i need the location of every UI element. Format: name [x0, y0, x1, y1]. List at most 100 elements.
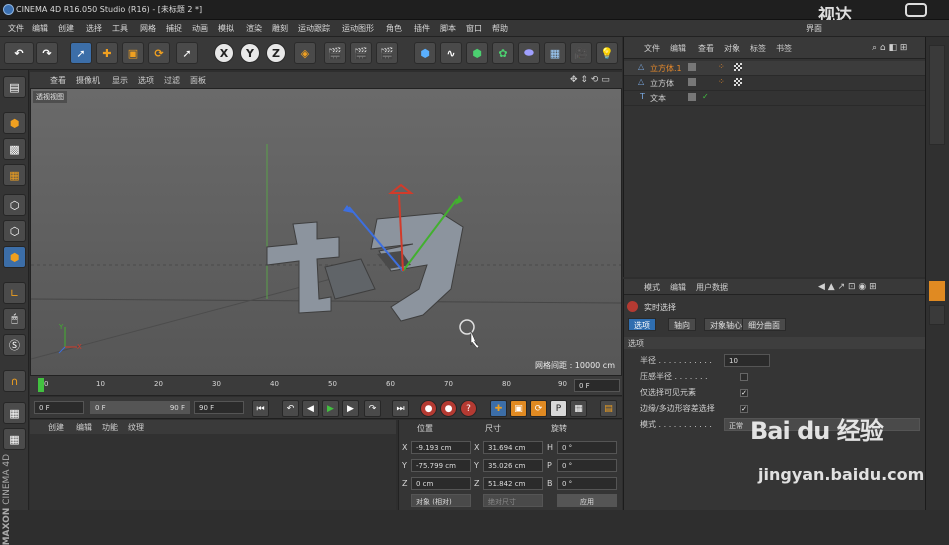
menu-create[interactable]: 创建 — [58, 23, 74, 34]
position-z-field[interactable]: 0 cm — [411, 477, 471, 490]
tolerant-select-checkbox[interactable]: ✓ — [740, 405, 748, 413]
render-settings-icon[interactable]: 🎬 — [376, 42, 398, 64]
layout-label[interactable]: 界面 — [806, 23, 822, 34]
key-position-icon[interactable]: ✚ — [490, 400, 507, 417]
viewport-menu-cameras[interactable]: 摄像机 — [76, 75, 100, 86]
size-z-field[interactable]: 51.842 cm — [483, 477, 543, 490]
menu-snap[interactable]: 捕捉 — [166, 23, 182, 34]
size-x-field[interactable]: 31.694 cm — [483, 441, 543, 454]
z-axis-button[interactable]: Z — [266, 43, 286, 63]
menu-window[interactable]: 窗口 — [466, 23, 482, 34]
spline-pen-icon[interactable]: ∿ — [440, 42, 462, 64]
next-frame-icon[interactable]: ▶ — [342, 400, 359, 417]
record-keys-icon[interactable]: ● — [420, 400, 437, 417]
visible-only-checkbox[interactable]: ✓ — [740, 389, 748, 397]
perspective-viewport[interactable]: Y X 透视视图 网格间距 : 10000 cm — [30, 88, 622, 376]
visibility-toggle-icon[interactable] — [688, 63, 696, 71]
am-nav-icons[interactable]: ◀ ▲ ↗ ⊡ ◉ ⊞ — [818, 282, 877, 292]
rotation-h-field[interactable]: 0 ° — [557, 441, 617, 454]
am-menu-edit[interactable]: 编辑 — [670, 282, 686, 293]
menu-tools[interactable]: 工具 — [112, 23, 128, 34]
key-scale-icon[interactable]: ▣ — [510, 400, 527, 417]
tab-axis[interactable]: 轴向 — [668, 318, 696, 331]
material-menu-edit[interactable]: 编辑 — [76, 422, 92, 433]
magnet-icon[interactable]: ∩ — [3, 370, 26, 392]
key-pla-icon[interactable]: ▦ — [570, 400, 587, 417]
om-menu-edit[interactable]: 编辑 — [670, 43, 686, 54]
am-menu-mode[interactable]: 模式 — [644, 282, 660, 293]
menu-animate[interactable]: 动画 — [192, 23, 208, 34]
select-arrow-icon[interactable]: ➚ — [70, 42, 92, 64]
menu-help[interactable]: 帮助 — [492, 23, 508, 34]
object-row[interactable]: △ 立方体 ⁘ — [624, 76, 926, 91]
pressure-radius-checkbox[interactable] — [740, 373, 748, 381]
size-mode-select[interactable]: 绝对尺寸 — [483, 494, 543, 507]
visibility-toggle-icon[interactable] — [688, 93, 696, 101]
make-editable-icon[interactable]: ▤ — [3, 76, 26, 98]
camera-icon[interactable]: 🎥 — [570, 42, 592, 64]
om-menu-bookmarks[interactable]: 书签 — [776, 43, 792, 54]
menu-file[interactable]: 文件 — [8, 23, 24, 34]
om-search-icon[interactable]: ⌕ ⌂ ◧ ⊞ — [872, 43, 907, 53]
object-row[interactable]: △ 立方体.1 ⁘ — [624, 61, 926, 76]
phong-tag-icon[interactable]: ⁘ — [718, 77, 725, 86]
rotation-p-field[interactable]: 0 ° — [557, 459, 617, 472]
side-tab-objects[interactable] — [929, 45, 945, 145]
side-tab-layers[interactable] — [929, 305, 945, 325]
polygons-mode-icon[interactable]: ⬢ — [3, 246, 26, 268]
workplane-mode-icon[interactable]: ▦ — [3, 164, 26, 186]
menu-mesh[interactable]: 网格 — [140, 23, 156, 34]
play-icon[interactable]: ▶ — [322, 400, 339, 417]
side-tab-attributes[interactable] — [929, 281, 945, 301]
object-row[interactable]: T 文本 ✓ — [624, 91, 926, 106]
render-view-icon[interactable]: 🎬 — [324, 42, 346, 64]
rotation-b-field[interactable]: 0 ° — [557, 477, 617, 490]
tab-subdivision[interactable]: 细分曲面 — [742, 318, 786, 331]
timeline-window-icon[interactable]: ▤ — [600, 400, 617, 417]
position-x-field[interactable]: -9.193 cm — [411, 441, 471, 454]
menu-simulate[interactable]: 模拟 — [218, 23, 234, 34]
keyframe-selection-icon[interactable]: ? — [460, 400, 477, 417]
radius-field[interactable]: 10 — [724, 354, 770, 367]
key-parameter-icon[interactable]: P — [550, 400, 567, 417]
material-menu-texture[interactable]: 纹理 — [128, 422, 144, 433]
visibility-toggle-icon[interactable] — [688, 78, 696, 86]
material-tag-icon[interactable] — [734, 63, 742, 71]
render-picture-viewer-icon[interactable]: 🎬 — [350, 42, 372, 64]
x-axis-button[interactable]: X — [214, 43, 234, 63]
menu-mograph[interactable]: 运动图形 — [342, 23, 374, 34]
go-to-start-icon[interactable]: ⏮ — [252, 400, 269, 417]
material-menu-function[interactable]: 功能 — [102, 422, 118, 433]
viewport-menu-panel[interactable]: 面板 — [190, 75, 206, 86]
cloner-icon[interactable]: ✿ — [492, 42, 514, 64]
rotate-icon[interactable]: ⟳ — [148, 42, 170, 64]
end-frame-field[interactable]: 90 F — [194, 401, 244, 414]
move-icon[interactable]: ✚ — [96, 42, 118, 64]
live-select-icon[interactable]: ➚ — [176, 42, 198, 64]
menu-plugins[interactable]: 插件 — [414, 23, 430, 34]
apply-button[interactable]: 应用 — [557, 494, 617, 507]
points-mode-icon[interactable]: ⬡ — [3, 194, 26, 216]
coordinate-system-icon[interactable]: ◈ — [294, 42, 316, 64]
phong-tag-icon[interactable]: ⁘ — [718, 62, 725, 71]
go-to-end-icon[interactable]: ⏭ — [392, 400, 409, 417]
light-icon[interactable]: 💡 — [596, 42, 618, 64]
menu-edit[interactable]: 编辑 — [32, 23, 48, 34]
undo-icon[interactable]: ↶ — [4, 42, 34, 64]
edges-mode-icon[interactable]: ⬡ — [3, 220, 26, 242]
coord-mode-select[interactable]: 对象 (相对) — [411, 494, 471, 507]
enabled-check-icon[interactable]: ✓ — [702, 92, 709, 101]
om-menu-file[interactable]: 文件 — [644, 43, 660, 54]
cube-icon[interactable]: ⬢ — [414, 42, 436, 64]
viewport-menu-options[interactable]: 选项 — [138, 75, 154, 86]
viewport-menu-view[interactable]: 查看 — [50, 75, 66, 86]
locked-workplane-icon[interactable]: ▦ — [3, 428, 26, 450]
prev-key-icon[interactable]: ↶ — [282, 400, 299, 417]
redo-icon[interactable]: ↷ — [36, 42, 58, 64]
viewport-nav-icons[interactable]: ✥ ⇕ ⟲ ▭ — [570, 75, 610, 85]
menu-motion-tracking[interactable]: 运动跟踪 — [298, 23, 330, 34]
om-menu-view[interactable]: 查看 — [698, 43, 714, 54]
start-frame-field[interactable]: 0 F — [34, 401, 84, 414]
size-y-field[interactable]: 35.026 cm — [483, 459, 543, 472]
om-menu-tags[interactable]: 标签 — [750, 43, 766, 54]
